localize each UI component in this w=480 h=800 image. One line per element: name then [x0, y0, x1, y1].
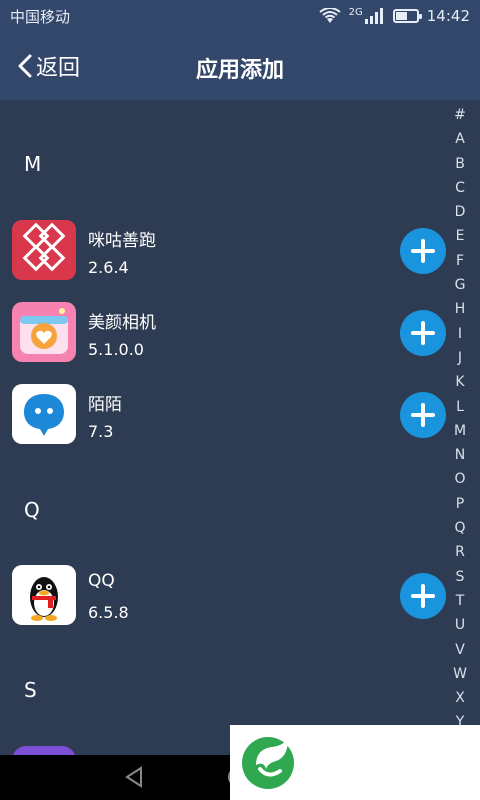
alpha-index-letter[interactable]: A	[455, 127, 465, 151]
momo-icon	[12, 384, 76, 444]
alpha-index-letter[interactable]: Q	[454, 516, 465, 540]
alpha-index-letter[interactable]: U	[455, 613, 465, 637]
signal-icon	[364, 8, 383, 24]
app-row-momo: 陌陌 7.3	[0, 384, 446, 464]
brand-logo-icon	[242, 737, 294, 789]
alpha-index-letter[interactable]: G	[455, 273, 466, 297]
alpha-index-letter[interactable]: L	[456, 395, 464, 419]
alpha-index-letter[interactable]: C	[455, 176, 465, 200]
status-icons: 2G 14:42	[319, 7, 470, 25]
app-name: 美颜相机	[88, 313, 156, 333]
alpha-index-letter[interactable]: S	[456, 565, 465, 589]
app-version: 6.5.8	[88, 603, 129, 622]
section-header-s: S	[24, 678, 37, 702]
page-title: 应用添加	[195, 58, 284, 83]
add-button[interactable]	[400, 228, 446, 274]
alpha-index-letter[interactable]: #	[454, 103, 466, 127]
alpha-index-letter[interactable]: R	[455, 540, 465, 564]
alpha-index-letter[interactable]: B	[455, 152, 465, 176]
app-name: 咪咕善跑	[88, 231, 156, 251]
app-row-qq: QQ 6.5.8	[0, 565, 446, 645]
watermark-overlay	[230, 725, 480, 800]
alpha-index-letter[interactable]: E	[456, 224, 465, 248]
network-type-label: 2G	[348, 6, 363, 18]
alpha-index-letter[interactable]: H	[455, 297, 466, 321]
alpha-index-letter[interactable]: J	[458, 346, 462, 370]
section-header-q: Q	[24, 498, 40, 522]
app-row-migu: 咪咕善跑 2.6.4	[0, 220, 446, 300]
app-version: 5.1.0.0	[88, 340, 144, 359]
alpha-index-letter[interactable]: X	[455, 686, 465, 710]
alpha-index-letter[interactable]: T	[456, 589, 465, 613]
alpha-index-letter[interactable]: V	[455, 638, 465, 662]
wifi-icon	[319, 8, 341, 23]
qq-penguin-icon	[12, 565, 76, 625]
app-name: QQ	[88, 571, 115, 591]
app-row-meiyan: 美颜相机 5.1.0.0	[0, 302, 446, 382]
alpha-index-letter[interactable]: D	[455, 200, 466, 224]
add-button[interactable]	[400, 392, 446, 438]
alphabet-index[interactable]: # A B C D E F G H I J K L M N O P Q R S T U V W X Y	[448, 103, 472, 735]
section-header-m: M	[24, 152, 42, 176]
app-version: 2.6.4	[88, 258, 129, 277]
beauty-camera-icon	[12, 302, 76, 362]
alpha-index-letter[interactable]: N	[455, 443, 465, 467]
alpha-index-letter[interactable]: F	[456, 249, 464, 273]
alpha-index-letter[interactable]: W	[453, 662, 467, 686]
battery-fill	[395, 12, 407, 20]
nav-back-icon[interactable]	[122, 765, 146, 789]
alpha-index-letter[interactable]: O	[454, 467, 465, 491]
alpha-index-letter[interactable]: M	[454, 419, 466, 443]
clock-label: 14:42	[426, 7, 470, 25]
alpha-index-letter[interactable]: I	[458, 322, 462, 346]
app-name: 陌陌	[88, 395, 122, 415]
status-bar: 中国移动 2G 14:42	[0, 0, 480, 32]
battery-icon	[392, 9, 422, 23]
migu-run-icon	[12, 220, 76, 280]
app-version: 7.3	[88, 422, 114, 441]
add-button[interactable]	[400, 310, 446, 356]
add-button[interactable]	[400, 573, 446, 619]
alpha-index-letter[interactable]: P	[456, 492, 464, 516]
top-app-bar: 返回 应用添加	[0, 32, 480, 100]
alpha-index-letter[interactable]: K	[455, 370, 464, 394]
carrier-label: 中国移动	[10, 7, 71, 26]
